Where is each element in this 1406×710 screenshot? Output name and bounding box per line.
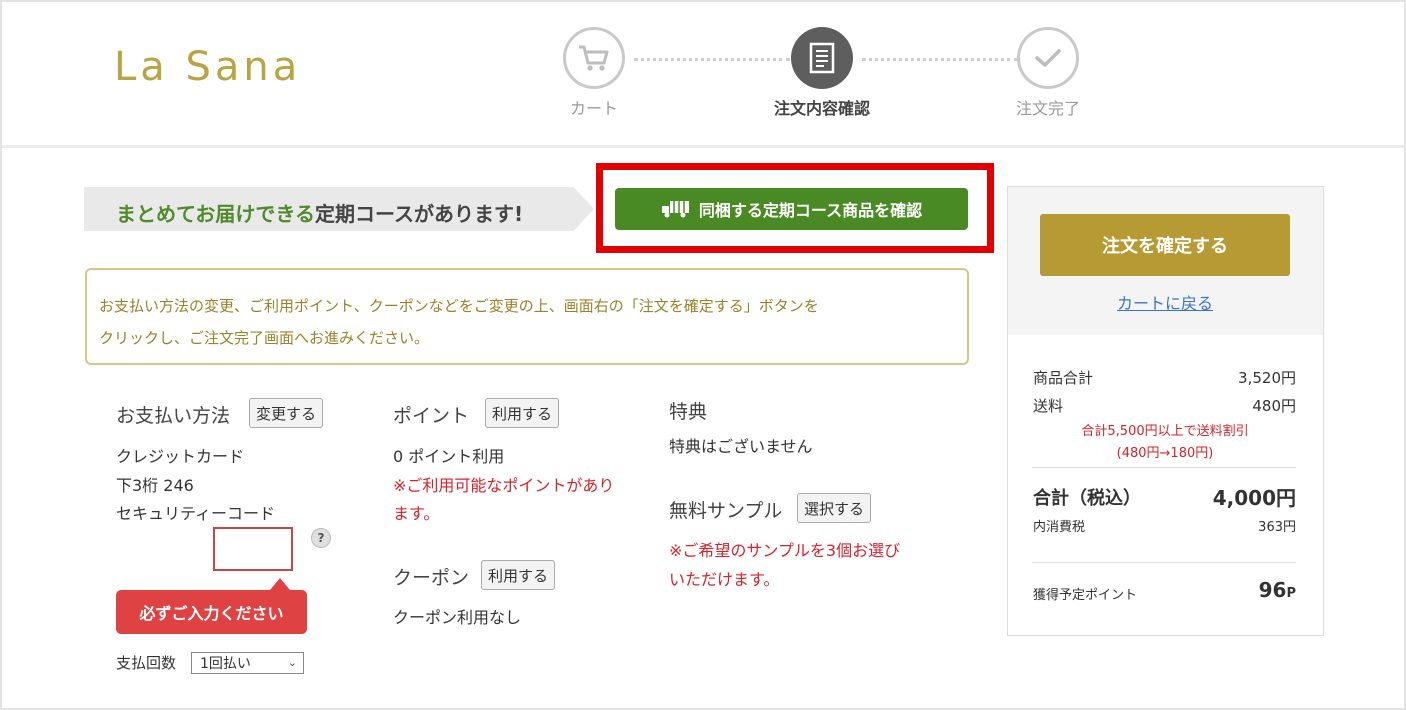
check-icon [1017, 27, 1079, 89]
security-code-input[interactable] [213, 527, 293, 571]
step-label: カート [569, 99, 618, 118]
document-icon [791, 27, 853, 89]
check-bundle-label: 同梱する定期コース商品を確認 [698, 201, 923, 220]
banner-text: まとめてお届けできる定期コースがあります! [116, 198, 523, 227]
tax-value: 363円 [1258, 520, 1296, 535]
total-value: 4,000円 [1212, 486, 1296, 510]
chevron-down-icon: ⌄ [287, 656, 297, 669]
step-confirm: 注文内容確認 [762, 27, 882, 119]
shipping-note: (480円→180円) [1116, 446, 1214, 461]
benefits-title: 特典 [669, 401, 708, 423]
sample-warning: いただけます。 [669, 570, 780, 589]
tax-label: 内消費税 [1033, 520, 1086, 535]
cart-icon [563, 27, 625, 89]
installments-select[interactable]: 1回払い ⌄ [191, 652, 304, 674]
header: La Sana カート 注文内容確認 注文完了 [2, 2, 1404, 148]
step-label: 注文内容確認 [773, 99, 870, 118]
subtotal-value: 3,520円 [1238, 369, 1296, 387]
installments-label: 支払回数 [116, 654, 177, 672]
step-label: 注文完了 [1015, 99, 1080, 118]
points-title: ポイント [393, 405, 470, 427]
benefits-status: 特典はございません [669, 437, 813, 456]
banner-green-text: まとめてお届けできる [116, 202, 315, 226]
logo[interactable]: La Sana [114, 44, 301, 90]
change-payment-button[interactable]: 変更する [249, 398, 324, 428]
installments-value: 1回払い [200, 656, 251, 672]
back-to-cart-link[interactable]: カートに戻る [1040, 290, 1290, 314]
shipping-label: 送料 [1033, 397, 1064, 415]
required-tooltip: 必ずご入力ください [116, 590, 307, 634]
sample-warning: ※ご希望のサンプルを3個お選び [669, 541, 901, 560]
security-code-label: セキュリティーコード [116, 504, 276, 523]
use-points-button[interactable]: 利用する [485, 398, 560, 428]
coupon-title: クーポン [393, 567, 470, 589]
earned-points-label: 獲得予定ポイント [1033, 588, 1138, 603]
shipping-value: 480円 [1252, 397, 1296, 415]
subtotal-label: 商品合計 [1033, 369, 1094, 387]
confirm-order-button[interactable]: 注文を確定する [1040, 214, 1290, 276]
points-warning: ます。 [393, 504, 440, 523]
select-sample-button[interactable]: 選択する [797, 493, 872, 523]
help-icon[interactable]: ? [311, 528, 331, 548]
points-warning: ※ご利用可能なポイントがあり [393, 476, 615, 495]
step-complete: 注文完了 [988, 27, 1108, 119]
notice-line: お支払い方法の変更、ご利用ポイント、クーポンなどをご変更の上、画面右の「注文を確… [99, 297, 819, 315]
notice-line: クリックし、ご注文完了画面へお進みください。 [99, 329, 430, 347]
points-unit: P [1286, 586, 1296, 601]
total-label: 合計（税込） [1033, 488, 1141, 509]
use-coupon-button[interactable]: 利用する [481, 560, 556, 590]
truck-icon [661, 201, 689, 218]
tooltip-arrow [270, 578, 290, 590]
shipping-note: 合計5,500円以上で送料割引 [1081, 424, 1249, 439]
card-last3: 下3桁 246 [116, 476, 194, 495]
earned-points: 96P [1259, 578, 1296, 602]
earned-points-value: 96 [1258, 578, 1287, 602]
banner-dark-text: 定期コースがあります! [315, 202, 524, 226]
notice-box: お支払い方法の変更、ご利用ポイント、クーポンなどをご変更の上、画面右の「注文を確… [85, 268, 969, 365]
points-usage: 0 ポイント利用 [393, 447, 505, 466]
check-bundle-button[interactable]: 同梱する定期コース商品を確認 [615, 188, 968, 230]
payment-method: クレジットカード [116, 447, 245, 466]
sample-title: 無料サンプル [669, 500, 783, 522]
step-cart: カート [534, 27, 654, 119]
divider [1032, 467, 1296, 468]
coupon-status: クーポン利用なし [393, 608, 522, 627]
payment-title: お支払い方法 [116, 405, 231, 427]
divider [1032, 562, 1296, 563]
